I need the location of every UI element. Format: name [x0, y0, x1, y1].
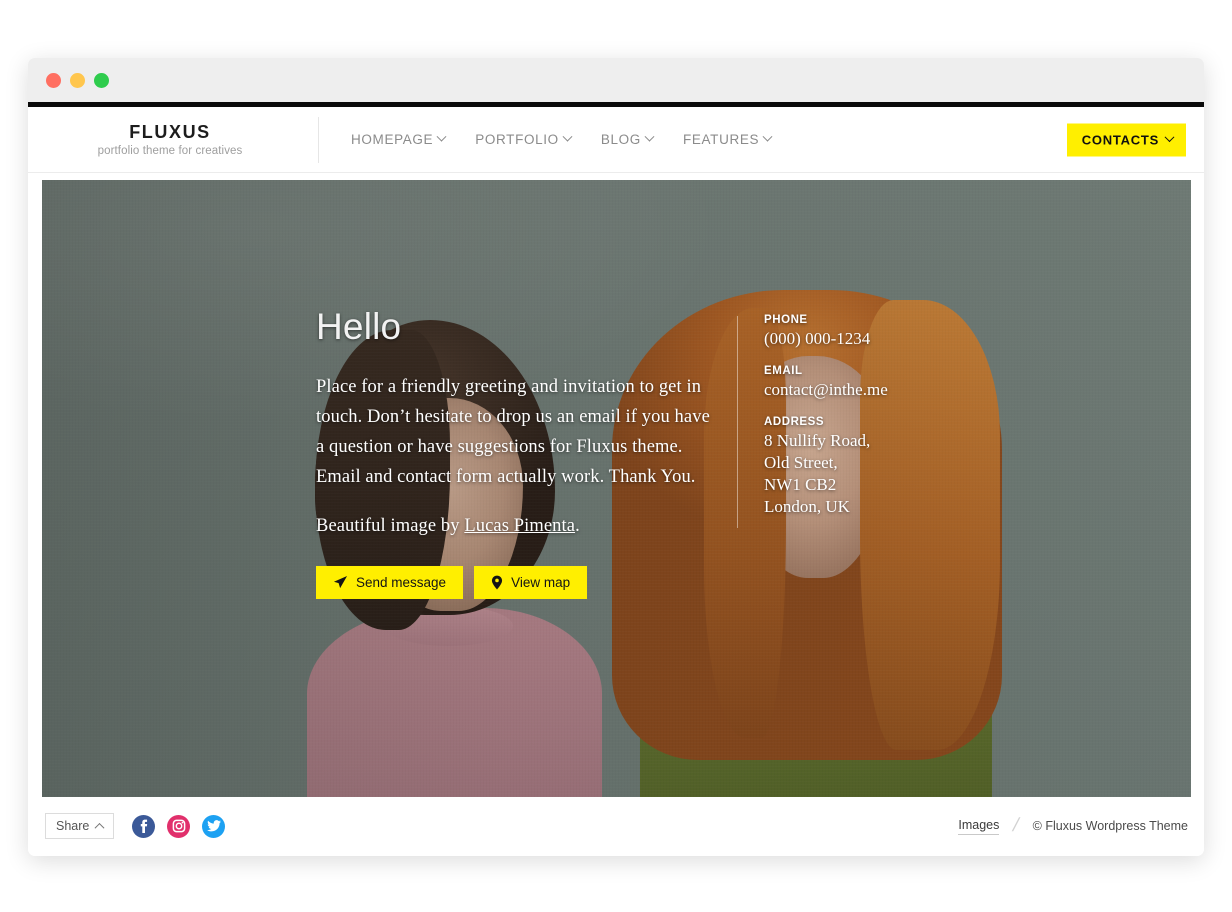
email-label: EMAIL — [764, 365, 803, 377]
page-content: FLUXUS portfolio theme for creatives HOM… — [28, 107, 1204, 856]
brand-tagline: portfolio theme for creatives — [97, 144, 243, 157]
view-map-button[interactable]: View map — [474, 566, 588, 599]
footer-separator: / — [1010, 815, 1022, 836]
chevron-up-icon — [94, 822, 105, 833]
twitter-icon[interactable] — [202, 814, 226, 838]
paper-plane-icon — [333, 575, 348, 589]
nav-item-label: HOMEPAGE — [351, 132, 434, 147]
nav-item-blog[interactable]: BLOG — [600, 131, 655, 147]
hero-actions: Send message View map — [316, 566, 711, 599]
address-value: 8 Nullify Road, Old Street, NW1 CB2 Lond… — [764, 431, 871, 516]
hero-column-divider — [737, 316, 738, 528]
nav-item-portfolio[interactable]: PORTFOLIO — [475, 131, 573, 147]
brand-name: FLUXUS — [129, 122, 211, 143]
hero-credit-suffix: . — [575, 516, 580, 536]
main-navigation: HOMEPAGE PORTFOLIO BLOG FEATURES — [351, 131, 773, 147]
hero-title: Hello — [316, 306, 402, 347]
email-value[interactable]: contact@inthe.me — [764, 379, 888, 401]
nav-item-label: BLOG — [600, 132, 641, 147]
site-footer: Share Images / © Fluxus Wordpress Theme — [42, 796, 1191, 856]
hero-section: Hello Place for a friendly greeting and … — [42, 180, 1191, 797]
hero-wrapper: Hello Place for a friendly greeting and … — [28, 173, 1204, 797]
send-message-label: Send message — [356, 575, 447, 590]
maximize-window-button[interactable] — [94, 72, 109, 88]
share-button-label: Share — [56, 819, 90, 833]
address-label: ADDRESS — [764, 416, 825, 428]
hero-contact-column: PHONE (000) 000-1234 EMAIL contact@inthe… — [764, 308, 888, 599]
view-map-label: View map — [511, 575, 571, 590]
phone-value[interactable]: (000) 000-1234 — [764, 328, 888, 350]
instagram-icon[interactable] — [167, 814, 191, 838]
browser-window: FLUXUS portfolio theme for creatives HOM… — [28, 58, 1204, 856]
contacts-button[interactable]: CONTACTS — [1066, 123, 1186, 156]
chevron-down-icon — [436, 131, 447, 142]
nav-item-homepage[interactable]: HOMEPAGE — [351, 131, 447, 147]
social-links — [132, 814, 226, 838]
header-divider — [318, 116, 319, 163]
hero-paragraph: Place for a friendly greeting and invita… — [316, 377, 710, 487]
hero-content: Hello Place for a friendly greeting and … — [316, 308, 1151, 599]
chevron-down-icon — [762, 131, 773, 142]
chevron-down-icon — [562, 131, 573, 142]
footer-right: Images / © Fluxus Wordpress Theme — [958, 815, 1188, 837]
send-message-button[interactable]: Send message — [316, 566, 464, 599]
images-link[interactable]: Images — [958, 818, 1000, 835]
contacts-button-label: CONTACTS — [1081, 132, 1159, 147]
nav-item-features[interactable]: FEATURES — [682, 131, 773, 147]
footer-copyright: © Fluxus Wordpress Theme — [1032, 819, 1188, 833]
map-pin-icon — [492, 575, 503, 590]
hero-text-column: Hello Place for a friendly greeting and … — [316, 308, 711, 599]
site-brand[interactable]: FLUXUS portfolio theme for creatives — [28, 122, 318, 157]
site-header: FLUXUS portfolio theme for creatives HOM… — [28, 107, 1204, 173]
share-button[interactable]: Share — [45, 813, 115, 839]
close-window-button[interactable] — [46, 72, 61, 88]
chevron-down-icon — [1164, 131, 1175, 142]
nav-item-label: PORTFOLIO — [475, 132, 559, 147]
hero-credit-link[interactable]: Lucas Pimenta — [464, 516, 575, 536]
facebook-icon[interactable] — [132, 814, 156, 838]
browser-titlebar — [28, 58, 1204, 102]
minimize-window-button[interactable] — [70, 72, 85, 88]
hero-credit: Beautiful image by Lucas Pimenta. — [316, 511, 711, 541]
phone-label: PHONE — [764, 314, 808, 326]
hero-credit-prefix: Beautiful image by — [316, 516, 465, 536]
nav-item-label: FEATURES — [682, 132, 760, 147]
chevron-down-icon — [644, 131, 655, 142]
footer-left: Share — [45, 813, 226, 839]
